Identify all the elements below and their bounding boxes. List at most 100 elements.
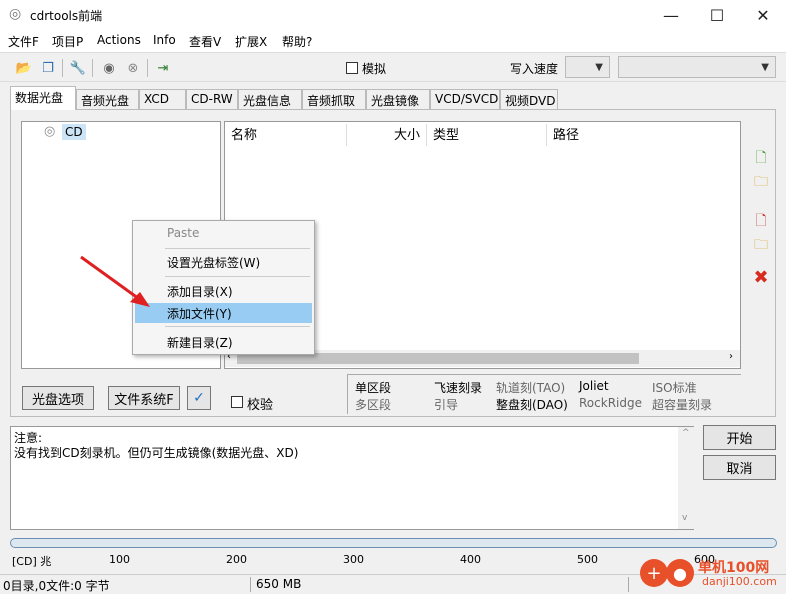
scroll-up-icon[interactable]: ^ (682, 428, 690, 438)
simulate-label: 模拟 (362, 62, 387, 76)
menu-item-set-disc-label[interactable]: 设置光盘标签(W) (135, 252, 312, 272)
verify-checkbox[interactable] (231, 396, 243, 408)
option-dao[interactable]: 整盘刻(DAO) (496, 396, 568, 413)
watermark-url: danji100.com (702, 575, 777, 588)
ruler-start-label: [CD] 兆 (12, 555, 52, 568)
tab-data-disc[interactable]: 数据光盘 (10, 86, 76, 110)
burn-options-area: 单区段 飞速刻录 轨道刻(TAO) Joliet ISO标准 多区段 引导 整盘… (347, 374, 741, 414)
menu-actions[interactable]: Actions (97, 33, 141, 47)
ruler-tick: 200 (226, 553, 247, 566)
status-divider (250, 577, 251, 592)
menu-bar: 文件F 项目P Actions Info 查看V 扩展X 帮助? (0, 30, 786, 52)
toolbar-divider (62, 59, 63, 77)
column-path[interactable]: 路径 (547, 124, 741, 146)
column-size[interactable]: 大小 (347, 124, 427, 146)
simulate-checkbox[interactable] (346, 62, 358, 74)
tab-audio-rip[interactable]: 音频抓取 (302, 89, 366, 110)
menu-view[interactable]: 查看V (189, 33, 221, 50)
tab-audio-disc[interactable]: 音频光盘 (76, 89, 139, 110)
menu-separator (165, 248, 310, 249)
disc-options-button[interactable]: 光盘选项 (22, 386, 94, 410)
status-divider (628, 577, 629, 592)
dot-circle-icon: ● (666, 559, 694, 587)
option-joliet[interactable]: Joliet (579, 379, 609, 393)
maximize-button[interactable]: ☐ (694, 0, 740, 30)
drive-select[interactable]: ▼ (618, 56, 776, 78)
exit-icon[interactable]: ⇥ (153, 58, 173, 78)
menu-extend[interactable]: 扩展X (235, 33, 267, 50)
plus-circle-icon: + (640, 559, 668, 587)
tree-root-cd[interactable]: CD (62, 124, 86, 140)
tab-vcd-svcd[interactable]: VCD/SVCD (430, 89, 500, 110)
option-boot[interactable]: 引导 (434, 396, 458, 413)
vertical-scrollbar[interactable]: ^ v (678, 427, 694, 529)
notes-message: 没有找到CD刻录机。但仍可生成镜像(数据光盘、XD) (14, 446, 299, 460)
capacity-bar (10, 538, 777, 548)
write-speed-label: 写入速度 (510, 62, 559, 76)
toolbar-divider (147, 59, 148, 77)
remove-folder-icon[interactable]: 🗀 (752, 237, 770, 255)
tab-cdrw[interactable]: CD-RW (186, 89, 238, 110)
menu-item-paste[interactable]: Paste (135, 224, 312, 244)
menu-project[interactable]: 项目P (52, 33, 83, 50)
minimize-button[interactable]: — (648, 0, 694, 30)
close-button[interactable]: ✕ (740, 0, 786, 30)
wrench-icon[interactable]: 🔧 (68, 58, 88, 78)
app-cd-icon: ◎ (9, 6, 22, 22)
menu-separator (165, 326, 310, 327)
verify-label: 校验 (247, 398, 274, 413)
option-rockridge[interactable]: RockRidge (579, 396, 642, 410)
window-title: cdrtools前端 (30, 9, 103, 23)
ruler-tick: 500 (577, 553, 598, 566)
copy-icon[interactable]: ❐ (38, 58, 58, 78)
scroll-right-icon[interactable]: › (729, 351, 733, 362)
cancel-button[interactable]: 取消 (703, 455, 776, 480)
add-folder-icon[interactable]: 🗀 (752, 174, 770, 192)
chevron-down-icon: ▼ (761, 61, 769, 73)
menu-help[interactable]: 帮助? (282, 33, 312, 50)
ruler-tick: 400 (460, 553, 481, 566)
toolbar-divider (92, 59, 93, 77)
title-bar: ◎ cdrtools前端 — ☐ ✕ (0, 0, 786, 30)
status-file-count: 0目录,0文件:0 字节 (3, 579, 110, 593)
start-button[interactable]: 开始 (703, 425, 776, 450)
delete-icon[interactable]: ✖ (752, 267, 770, 288)
menu-item-add-directory[interactable]: 添加目录(X) (135, 281, 312, 301)
menu-separator (165, 276, 310, 277)
toolbar: 📂 ❐ 🔧 ◉ ⊗ ⇥ 模拟 写入速度 ▼ ▼ (0, 52, 786, 82)
watermark-brand: 单机100网 (698, 560, 770, 576)
scroll-down-icon[interactable]: v (682, 513, 687, 523)
tab-disc-info[interactable]: 光盘信息 (238, 89, 302, 110)
context-menu: Paste 设置光盘标签(W) 添加目录(X) 添加文件(Y) 新建目录(Z) (132, 220, 315, 355)
write-speed-select[interactable]: ▼ (565, 56, 610, 78)
option-overburn[interactable]: 超容量刻录 (652, 396, 712, 413)
menu-info[interactable]: Info (153, 33, 176, 47)
option-burn-proof[interactable]: 飞速刻录 (434, 379, 482, 396)
add-file-icon[interactable]: 🗋 (752, 150, 770, 168)
checkmark-icon[interactable]: ✓ (187, 386, 211, 410)
column-name[interactable]: 名称 (225, 124, 347, 146)
menu-item-add-file[interactable]: 添加文件(Y) (135, 303, 312, 323)
status-capacity: 650 MB (256, 577, 302, 591)
tab-xcd[interactable]: XCD (139, 89, 186, 110)
ruler-tick: 100 (109, 553, 130, 566)
option-single-session[interactable]: 单区段 (355, 379, 391, 396)
chevron-down-icon: ▼ (595, 61, 603, 73)
arrow-shaft (80, 255, 143, 303)
option-multi-session[interactable]: 多区段 (355, 396, 391, 413)
stop-icon[interactable]: ⊗ (123, 58, 143, 78)
menu-item-new-directory[interactable]: 新建目录(Z) (135, 332, 312, 352)
tab-video-dvd[interactable]: 视频DVD (500, 89, 558, 110)
remove-file-icon[interactable]: 🗋 (752, 213, 770, 231)
filesystem-button[interactable]: 文件系统F (108, 386, 180, 410)
cd-icon: ◎ (44, 124, 56, 139)
column-type[interactable]: 类型 (427, 124, 547, 146)
tab-disc-image[interactable]: 光盘镜像 (366, 89, 430, 110)
burn-disc-icon[interactable]: ◉ (99, 58, 119, 78)
ruler-tick: 300 (343, 553, 364, 566)
option-iso-standard[interactable]: ISO标准 (652, 379, 697, 396)
option-tao[interactable]: 轨道刻(TAO) (496, 379, 565, 396)
message-log[interactable]: 注意: 没有找到CD刻录机。但仍可生成镜像(数据光盘、XD) ^ v (10, 426, 694, 530)
menu-file[interactable]: 文件F (8, 33, 39, 50)
add-folder-icon[interactable]: 📂 (14, 58, 34, 78)
